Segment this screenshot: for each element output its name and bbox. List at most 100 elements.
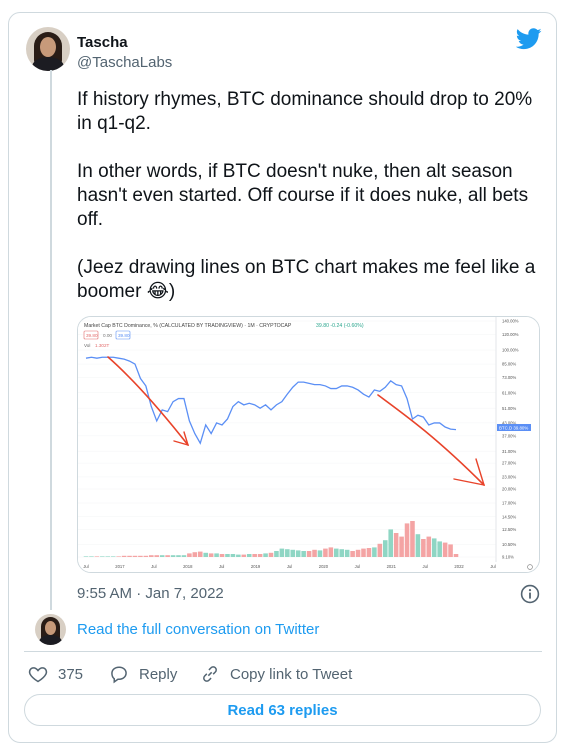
tweet-paragraph: In other words, if BTC doesn't nuke, the… xyxy=(77,161,529,230)
volume-bar xyxy=(339,549,345,557)
tweet-timestamp[interactable]: 9:55 AM · Jan 7, 2022 xyxy=(77,585,224,602)
volume-bar xyxy=(208,553,214,557)
volume-bar xyxy=(219,554,225,557)
read-replies-button[interactable]: Read 63 replies xyxy=(24,694,541,726)
volume-bar xyxy=(236,554,241,557)
volume-bar xyxy=(366,548,372,557)
y-tick-label: 73.00% xyxy=(502,375,516,380)
y-tick-label: 10.50% xyxy=(502,542,516,547)
y-tick-label: 27.00% xyxy=(502,461,516,466)
volume-bar xyxy=(431,538,437,557)
chart-image[interactable]: 140.00% 120.00% 100.00% 85.00% 73.00% 61.00% 5… xyxy=(77,316,540,573)
volume-bar xyxy=(285,549,290,557)
vol-label: Vol xyxy=(84,343,90,348)
x-tick-label: 2019 xyxy=(251,564,261,569)
chart-badge-buy: 39.80 xyxy=(118,333,130,338)
chart-badge-sell: 39.80 xyxy=(86,333,98,338)
volume-bar xyxy=(421,539,426,557)
volume-bar xyxy=(350,551,355,557)
info-icon[interactable] xyxy=(520,584,540,604)
y-tick-label: 61.00% xyxy=(502,390,516,395)
volume-bar xyxy=(138,555,143,557)
y-tick-label: 140.00% xyxy=(502,319,519,324)
volume-bar xyxy=(453,554,459,557)
link-icon xyxy=(203,666,217,682)
volume-bar xyxy=(377,543,383,557)
x-tick-label: 2018 xyxy=(183,564,193,569)
volume-bar xyxy=(317,550,323,557)
y-tick-label: 17.00% xyxy=(502,501,516,506)
volume-bar xyxy=(116,556,121,557)
y-tick-label: 31.00% xyxy=(502,449,516,454)
copy-link-label: Copy link to Tweet xyxy=(230,665,353,683)
author-handle[interactable]: @TaschaLabs xyxy=(77,54,172,71)
volume-bar xyxy=(165,555,170,557)
volume-bar xyxy=(274,551,279,557)
volume-bar xyxy=(426,536,432,557)
volume-bar xyxy=(176,555,181,557)
volume-bar xyxy=(127,555,132,557)
volume-bar xyxy=(246,554,252,557)
y-tick-label: 12.50% xyxy=(502,527,516,532)
btc-dominance-chart: 140.00% 120.00% 100.00% 85.00% 73.00% 61.00% 5… xyxy=(78,317,539,572)
volume-bar xyxy=(295,550,301,557)
volume-bar xyxy=(306,551,312,557)
volume-bar xyxy=(121,555,127,557)
volume-bar xyxy=(334,548,339,557)
x-tick-label: 2021 xyxy=(387,564,397,569)
x-tick-label: Jul xyxy=(83,564,88,569)
x-tick-label: 2022 xyxy=(454,564,464,569)
volume-bar xyxy=(437,541,442,557)
x-tick-label: Jul xyxy=(490,564,495,569)
volume-bar xyxy=(187,553,192,557)
author-name[interactable]: Tascha xyxy=(77,34,128,51)
thread-line xyxy=(50,70,52,610)
read-full-conversation-link[interactable]: Read the full conversation on Twitter xyxy=(77,621,319,638)
volume-bar xyxy=(230,554,236,557)
volume-bar xyxy=(110,556,116,557)
x-tick-label: Jul xyxy=(355,564,360,569)
x-tick-label: Jul xyxy=(287,564,292,569)
volume-bar xyxy=(344,549,350,557)
volume-bar xyxy=(89,556,94,557)
reply-button[interactable]: Reply xyxy=(109,664,177,684)
volume-bar xyxy=(132,555,138,557)
volume-bar xyxy=(312,549,317,557)
like-count: 375 xyxy=(58,665,84,683)
y-tick-label: 14.50% xyxy=(502,514,516,519)
volume-bar xyxy=(203,552,208,557)
price-tag: BTC.D 39.80% xyxy=(499,426,528,431)
volume-bar xyxy=(372,547,377,557)
volume-bar xyxy=(181,555,187,557)
author-avatar-small[interactable] xyxy=(35,614,66,645)
y-tick-label: 120.00% xyxy=(502,332,519,337)
y-tick-label: 9.10% xyxy=(502,555,514,560)
volume-bar xyxy=(361,548,366,557)
chart-badge-spread: 0.00 xyxy=(103,333,112,338)
like-button[interactable]: 375 xyxy=(28,664,83,684)
volume-bar xyxy=(154,555,160,557)
twitter-bird-icon[interactable] xyxy=(516,28,542,50)
volume-bar xyxy=(382,540,388,557)
tweet-text: If history rhymes, BTC dominance should … xyxy=(77,88,547,304)
volume-bar xyxy=(170,555,176,557)
reply-bubble-icon xyxy=(111,666,127,684)
volume-bar xyxy=(149,555,154,557)
volume-bar xyxy=(279,548,285,557)
volume-bar xyxy=(442,542,448,557)
volume-bar xyxy=(241,554,247,557)
copy-link-button[interactable]: Copy link to Tweet xyxy=(200,664,352,684)
x-tick-label: Jul xyxy=(219,564,224,569)
volume-bar xyxy=(252,554,257,557)
author-avatar[interactable] xyxy=(26,27,70,71)
volume-bar xyxy=(323,548,328,557)
volume-bar xyxy=(83,556,89,557)
volume-bar xyxy=(197,551,203,557)
y-tick-label: 37.00% xyxy=(502,433,516,438)
tweet-paragraph: (Jeez drawing lines on BTC chart makes m… xyxy=(77,257,536,302)
divider xyxy=(24,651,542,652)
volume-bar xyxy=(143,555,149,557)
volume-bar xyxy=(410,521,415,557)
volume-bar xyxy=(100,556,105,557)
volume-bar xyxy=(388,529,393,557)
